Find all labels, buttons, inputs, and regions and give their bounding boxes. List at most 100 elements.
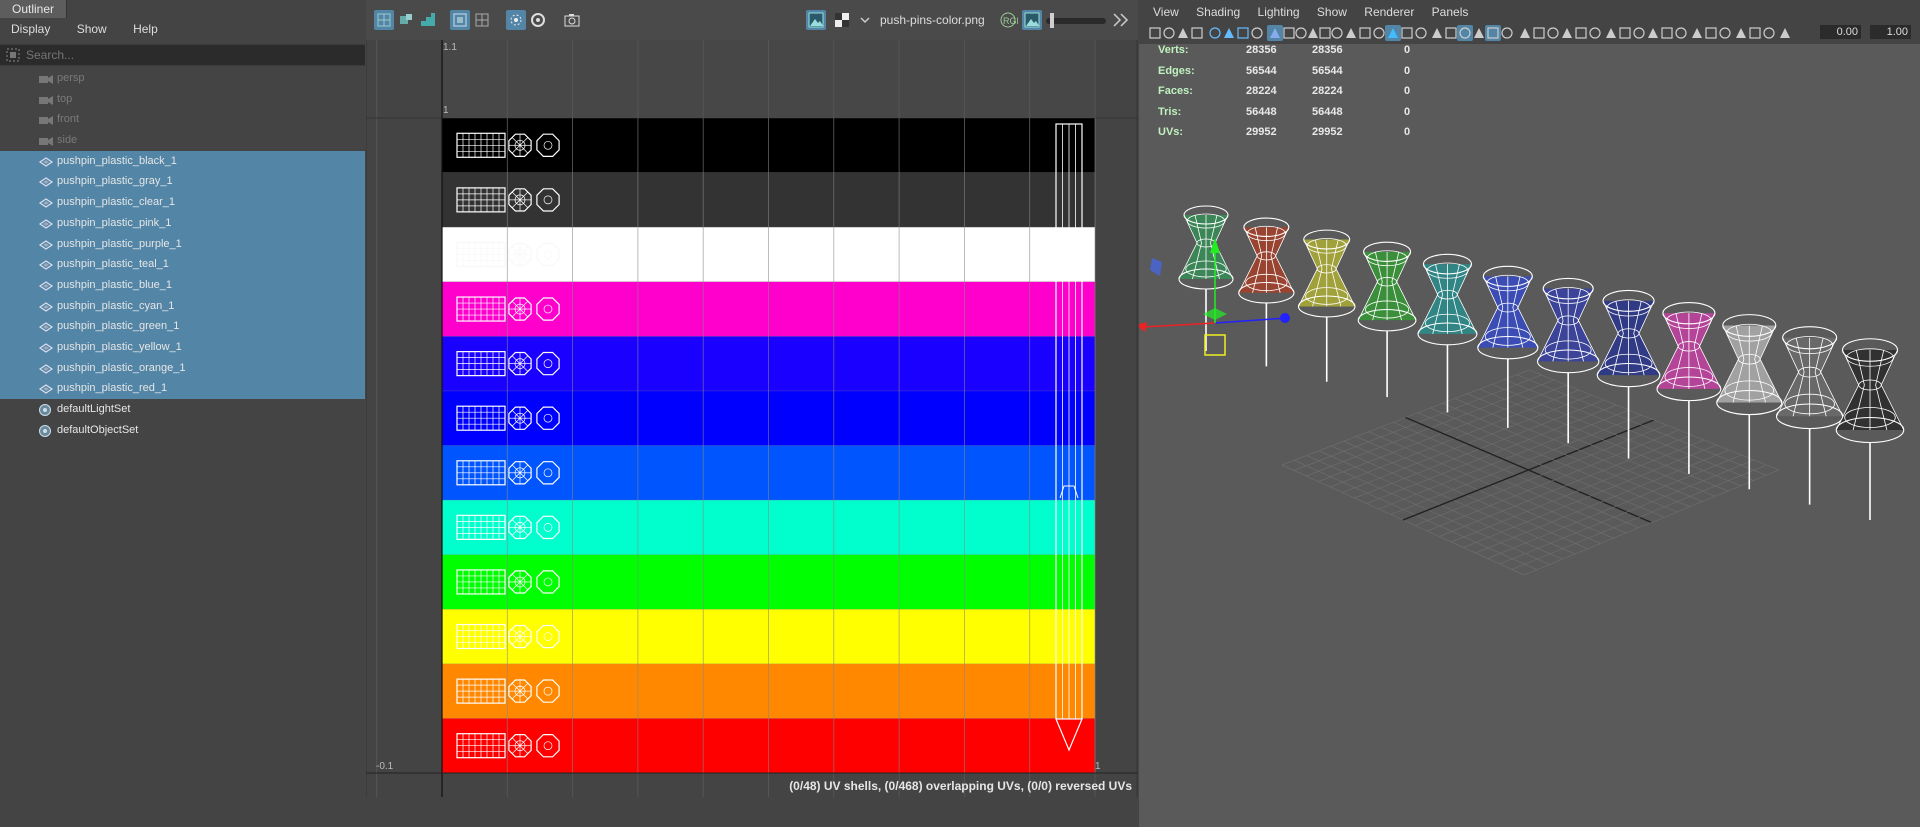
slider-handle[interactable] [1050,13,1054,28]
uv-snapshot-button[interactable] [562,10,582,30]
outliner-item[interactable]: pushpin_plastic_yellow_1 [0,336,365,358]
menu-panels[interactable]: Panels [1432,0,1469,24]
viewport-tool-icon[interactable] [1736,28,1746,38]
uv-tool-button[interactable] [472,10,492,30]
outliner-item-label: pushpin_plastic_teal_1 [57,258,169,271]
viewport-tool-icon[interactable] [1237,27,1249,39]
outliner-tab[interactable]: Outliner [0,0,68,18]
uv-viewport[interactable]: 1.1 1 -0.1 1 [366,40,1138,797]
uv-checker-toggle[interactable] [832,10,852,30]
viewport-tool-icon[interactable] [1661,27,1673,39]
outliner-item[interactable]: defaultObjectSet [0,420,365,441]
viewport-tool-icon[interactable] [1308,28,1318,38]
viewport-tool-icon[interactable] [1520,28,1530,38]
uv-color-mgmt-button[interactable]: RGB [998,10,1018,30]
menu-help[interactable]: Help [133,18,158,40]
viewport-tool-icon[interactable] [1149,27,1161,39]
viewport-tool-icon[interactable] [1331,27,1343,39]
viewport-tool-icon[interactable] [1501,27,1513,39]
menu-shading[interactable]: Shading [1196,0,1240,24]
shell-icon [400,14,412,24]
viewport-tool-icon[interactable] [1763,27,1775,39]
viewport-tool-icon[interactable] [1749,27,1761,39]
viewport-tool-icon[interactable] [1692,28,1702,38]
viewport-tool-icon[interactable] [1533,27,1545,39]
outliner-menubar: Display Show Help [0,18,365,40]
outliner-item[interactable]: pushpin_plastic_purple_1 [0,233,365,255]
viewport-tool-icon[interactable] [1485,25,1501,41]
viewport-tool-icon[interactable] [1295,27,1307,39]
outliner-item[interactable]: pushpin_plastic_orange_1 [0,357,365,379]
outliner-item[interactable]: persp [0,68,365,89]
uv-exposure-toggle[interactable] [1022,10,1042,30]
outliner-item[interactable]: pushpin_plastic_cyan_1 [0,295,365,317]
filter-icon[interactable] [6,48,20,62]
uv-tool-button[interactable] [450,10,470,30]
viewport-tool-icon[interactable] [1575,27,1587,39]
outliner-item[interactable]: pushpin_plastic_blue_1 [0,274,365,296]
viewport-tool-icon[interactable] [1224,28,1234,38]
menu-show[interactable]: Show [77,18,107,40]
outliner-item[interactable]: defaultLightSet [0,399,365,420]
viewport-tool-icon[interactable] [1606,28,1616,38]
chevron-down-icon[interactable] [860,16,870,24]
viewport-tool-icon[interactable] [1457,25,1473,41]
viewport-tool-icon[interactable] [1432,28,1442,38]
outliner-item[interactable]: pushpin_plastic_pink_1 [0,212,365,234]
gamma-field[interactable]: 1.00 [1870,25,1911,39]
viewport-tool-icon[interactable] [1283,27,1295,39]
viewport-tool-icon[interactable] [1562,28,1572,38]
viewport-tool-icon[interactable] [1415,27,1427,39]
viewport-tool-icon[interactable] [1780,28,1790,38]
viewport-tool-icon[interactable] [1445,27,1457,39]
outliner-item[interactable]: top [0,89,365,110]
outliner-item[interactable]: pushpin_plastic_gray_1 [0,171,365,193]
viewport-tool-icon[interactable] [1359,27,1371,39]
viewport-tool-icon[interactable] [1319,27,1331,39]
viewport-tool-icon[interactable] [1373,27,1385,39]
viewport-tool-icon[interactable] [1346,28,1356,38]
viewport-tool-icon[interactable] [1719,27,1731,39]
viewport-tool-icon[interactable] [1251,27,1263,39]
uv-canvas[interactable] [366,40,1138,797]
uv-tool-button[interactable] [528,10,548,30]
double-chevron-right-icon[interactable] [1111,12,1131,28]
uv-texture-toggle[interactable] [806,10,826,30]
menu-view[interactable]: View [1153,0,1179,24]
outliner-item[interactable]: side [0,130,365,151]
viewport-tool-icon[interactable] [1633,27,1645,39]
viewport-tool-icon[interactable] [1705,27,1717,39]
viewport-tool-icon[interactable] [1589,27,1601,39]
viewport-tool-icon[interactable] [1547,27,1559,39]
viewport-tool-icon[interactable] [1648,28,1658,38]
viewport-tool-icon[interactable] [1209,27,1221,39]
menu-show[interactable]: Show [1317,0,1347,24]
uv-tool-button[interactable] [506,10,526,30]
camera-icon [39,116,53,126]
viewport-tool-icon[interactable] [1619,27,1631,39]
outliner-item[interactable]: pushpin_plastic_red_1 [0,378,365,399]
menu-renderer[interactable]: Renderer [1364,0,1414,24]
exposure-field[interactable]: 0.00 [1820,25,1861,39]
viewport-tool-icon[interactable] [1267,25,1283,41]
search-input[interactable] [26,46,356,64]
viewport-tool-icon[interactable] [1401,27,1413,39]
uv-tool-button[interactable] [418,10,438,30]
outliner-item[interactable]: pushpin_plastic_black_1 [0,150,365,172]
viewport-tool-icon[interactable] [1385,25,1401,41]
uv-tool-button[interactable] [396,10,416,30]
outliner-item[interactable]: pushpin_plastic_green_1 [0,316,365,337]
viewport-tool-icon[interactable] [1163,27,1175,39]
viewport-tool-icon[interactable] [1191,27,1203,39]
menu-display[interactable]: Display [11,18,50,40]
uv-exposure-slider[interactable] [1046,18,1106,24]
uv-tool-button[interactable] [374,10,394,30]
viewport-tool-icon[interactable] [1178,28,1188,38]
outliner-item-label: side [57,134,78,147]
menu-lighting[interactable]: Lighting [1258,0,1300,24]
outliner-item[interactable]: pushpin_plastic_teal_1 [0,254,365,275]
outliner-item[interactable]: pushpin_plastic_clear_1 [0,192,365,213]
outliner-item[interactable]: front [0,109,365,130]
viewport-tool-icon[interactable] [1675,27,1687,39]
viewport-tool-icon[interactable] [1474,28,1484,38]
